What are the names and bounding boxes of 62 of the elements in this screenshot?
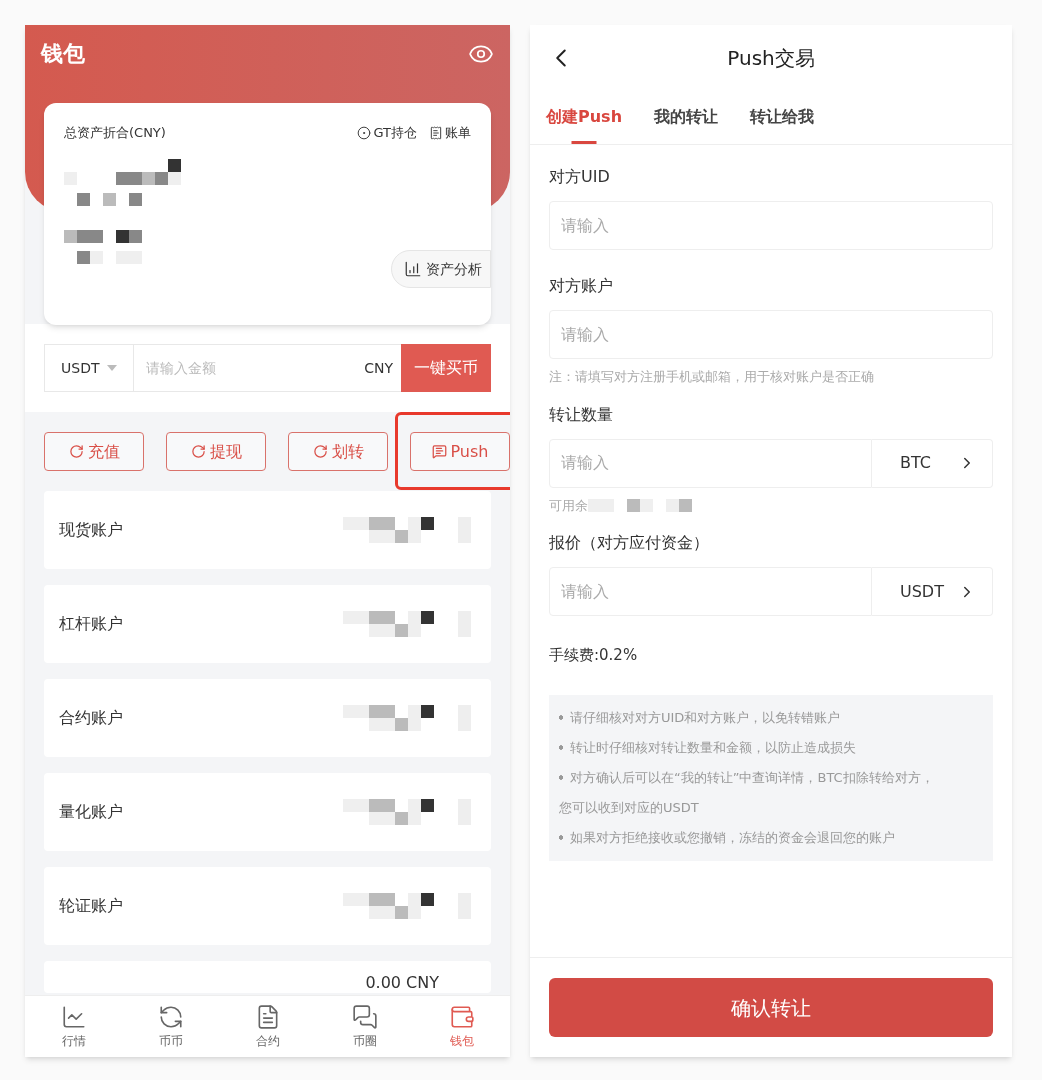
action-button[interactable]: 充值: [44, 432, 144, 471]
field-label: 对方UID: [549, 166, 611, 188]
account-row[interactable]: 现货账户: [44, 491, 491, 569]
unit-selector[interactable]: USDT: [872, 567, 993, 616]
action-button[interactable]: Push: [410, 432, 510, 471]
field-note: 可用余: [549, 496, 588, 515]
field-label: 转让数量: [549, 403, 614, 426]
account-name: 合约账户: [59, 707, 123, 729]
unit-label: CNY: [364, 358, 394, 378]
tab[interactable]: 创建Push: [546, 90, 623, 144]
confirm-button[interactable]: 确认转让: [549, 978, 993, 1037]
target-icon: [357, 125, 372, 140]
input-field[interactable]: 请输入: [549, 438, 872, 488]
account-row[interactable]: 轮证账户: [44, 867, 491, 945]
receipt-icon: [429, 125, 443, 140]
exchange-icon: [157, 1003, 184, 1030]
caret-icon: [107, 365, 117, 371]
amount-field[interactable]: 请输入金额 CNY: [134, 344, 401, 392]
account-name: 现货账户: [59, 519, 123, 541]
nav-tab[interactable]: 行情: [43, 1003, 104, 1050]
amount-input[interactable]: 请输入金额: [134, 345, 365, 391]
bar-chart-icon: [404, 260, 422, 278]
chat-icon: [351, 1003, 378, 1030]
card-link[interactable]: GT持仓: [357, 123, 417, 143]
nav-tab[interactable]: 币圈: [334, 1003, 395, 1050]
fee-text: 手续费:0.2%: [549, 645, 639, 666]
tab[interactable]: 转让给我: [750, 90, 815, 144]
nav-tab[interactable]: 钱包: [431, 1003, 492, 1050]
page-title: 钱包: [41, 40, 85, 68]
refresh-icon: [312, 444, 328, 459]
account-row[interactable]: 杠杆账户: [44, 585, 491, 663]
balance-text: 0.00 CNY: [365, 973, 439, 993]
account-name: 杠杆账户: [59, 613, 123, 635]
account-name: 轮证账户: [59, 895, 123, 917]
input-field[interactable]: 请输入: [549, 567, 872, 616]
account-row[interactable]: 0.00 CNY: [44, 961, 491, 993]
unit-label: USDT: [900, 580, 944, 603]
nav-tab[interactable]: 币币: [140, 1003, 201, 1050]
field-note: 注：请填写对方注册手机或邮箱，用于核对账户是否正确: [549, 368, 874, 386]
unit-selector[interactable]: BTC: [872, 438, 993, 488]
nav-tab[interactable]: 合约: [237, 1003, 298, 1050]
card-label: 总资产折合(CNY): [64, 124, 166, 142]
action-button[interactable]: 提现: [166, 432, 266, 471]
wallet-icon: [448, 1003, 475, 1030]
tab[interactable]: 我的转让: [654, 90, 719, 144]
field-label: 对方账户: [549, 275, 614, 297]
action-button[interactable]: 划转: [288, 432, 388, 471]
asset-analysis-button[interactable]: 资产分析: [391, 250, 491, 288]
input-field[interactable]: 请输入: [549, 310, 993, 359]
card-link[interactable]: 账单: [429, 123, 471, 143]
input-field[interactable]: 请输入: [549, 201, 993, 250]
buy-button[interactable]: 一键买币: [401, 344, 491, 392]
unit-label: BTC: [900, 452, 931, 474]
refresh-icon: [190, 444, 206, 459]
refresh-icon: [68, 444, 84, 459]
page-title: Push交易: [727, 44, 815, 72]
chat-icon: [431, 444, 447, 459]
account-row[interactable]: 合约账户: [44, 679, 491, 757]
account-row[interactable]: 量化账户: [44, 773, 491, 851]
account-name: 量化账户: [59, 801, 123, 823]
field-label: 报价（对方应付资金）: [549, 532, 710, 554]
tip-text: 您可以收到对应的USDT: [559, 798, 699, 817]
